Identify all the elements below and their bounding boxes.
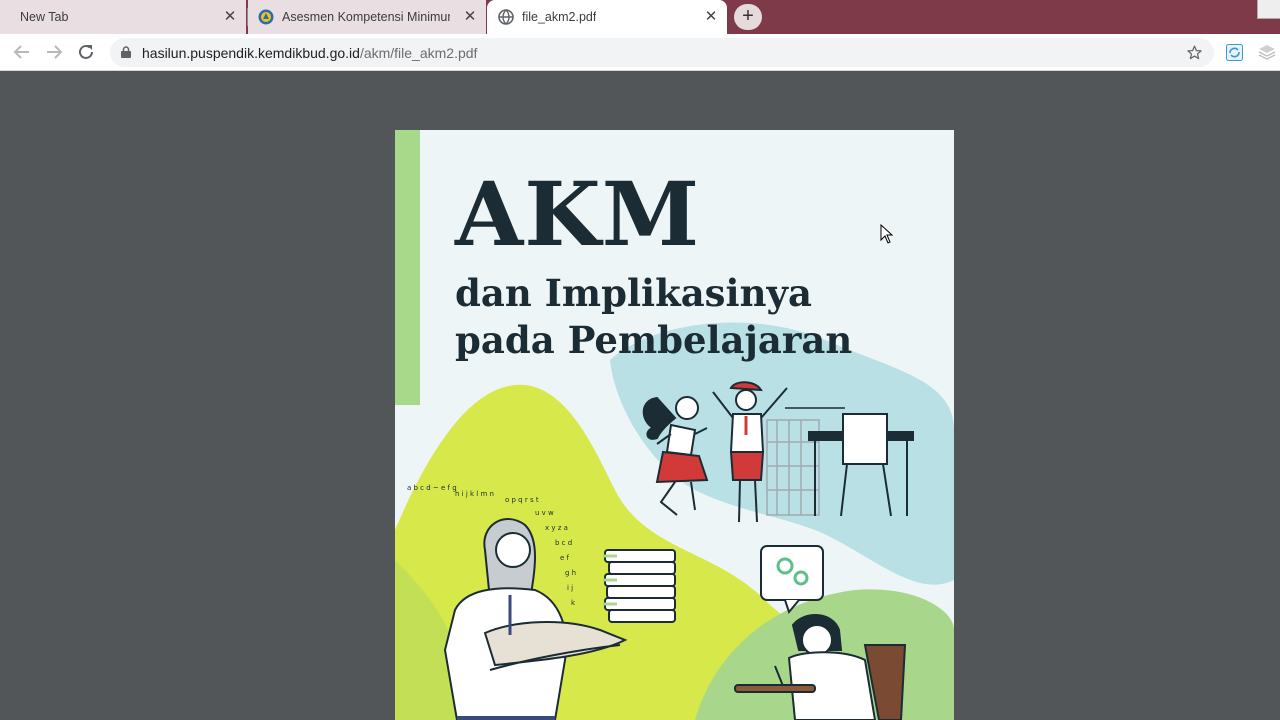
- extension-icon[interactable]: [1226, 44, 1243, 61]
- document-subtitle-line1: dan Implikasinya: [455, 271, 812, 315]
- url-path: /akm/file_akm2.pdf: [359, 45, 478, 61]
- green-accent-bar: [395, 130, 420, 405]
- close-icon[interactable]: ✕: [462, 9, 478, 25]
- back-arrow-icon[interactable]: [10, 40, 34, 64]
- document-subtitle-line2: pada Pembelajaran: [455, 318, 853, 362]
- svg-text:a b c d ~ e f g: a b c d ~ e f g: [407, 484, 457, 492]
- svg-text:e f: e f: [560, 554, 570, 562]
- tab-asesmen[interactable]: Asesmen Kompetensi Minimum ✕: [248, 0, 486, 34]
- forward-arrow-icon[interactable]: [42, 40, 66, 64]
- tab-title: Asesmen Kompetensi Minimum: [282, 10, 450, 24]
- window-restore-button[interactable]: [1257, 0, 1280, 19]
- tab-title: file_akm2.pdf: [522, 10, 597, 24]
- tab-title: New Tab: [20, 10, 69, 24]
- reload-icon[interactable]: [74, 40, 98, 64]
- tab-file-akm2[interactable]: file_akm2.pdf ✕: [487, 0, 727, 34]
- close-icon[interactable]: ✕: [703, 9, 719, 25]
- url-text: hasilun.puspendik.kemdikbud.go.id/akm/fi…: [142, 45, 477, 61]
- browser-toolbar: hasilun.puspendik.kemdikbud.go.id/akm/fi…: [0, 34, 1280, 71]
- kemdikbud-logo-icon: [258, 9, 274, 25]
- new-tab-button[interactable]: +: [734, 4, 762, 30]
- close-icon[interactable]: ✕: [222, 9, 238, 25]
- pdf-page[interactable]: a b c d ~ e f g h i j k l m n o p q r s …: [395, 130, 954, 720]
- url-host: hasilun.puspendik.kemdikbud.go.id: [142, 45, 360, 61]
- tab-new-tab[interactable]: New Tab ✕: [0, 0, 246, 34]
- star-icon[interactable]: [1187, 45, 1202, 60]
- svg-text:o p q r s t: o p q r s t: [505, 496, 539, 504]
- address-bar[interactable]: hasilun.puspendik.kemdikbud.go.id/akm/fi…: [110, 38, 1214, 67]
- document-title: AKM: [455, 162, 701, 266]
- mouse-cursor-icon: [880, 224, 894, 244]
- svg-text:u v w: u v w: [535, 509, 554, 517]
- tab-strip: New Tab ✕ Asesmen Kompetensi Minimum ✕ f…: [0, 0, 1280, 34]
- lock-icon: [121, 46, 131, 58]
- svg-text:g h: g h: [565, 569, 576, 577]
- svg-text:b c d: b c d: [555, 539, 572, 547]
- svg-text:h i j k l m n: h i j k l m n: [455, 490, 494, 498]
- book-stack-figure: [603, 549, 676, 623]
- svg-text:i j: i j: [567, 584, 573, 592]
- svg-text:x y z a: x y z a: [545, 524, 568, 532]
- plus-icon: +: [742, 5, 754, 27]
- layers-icon[interactable]: [1258, 44, 1276, 61]
- globe-icon: [498, 9, 514, 25]
